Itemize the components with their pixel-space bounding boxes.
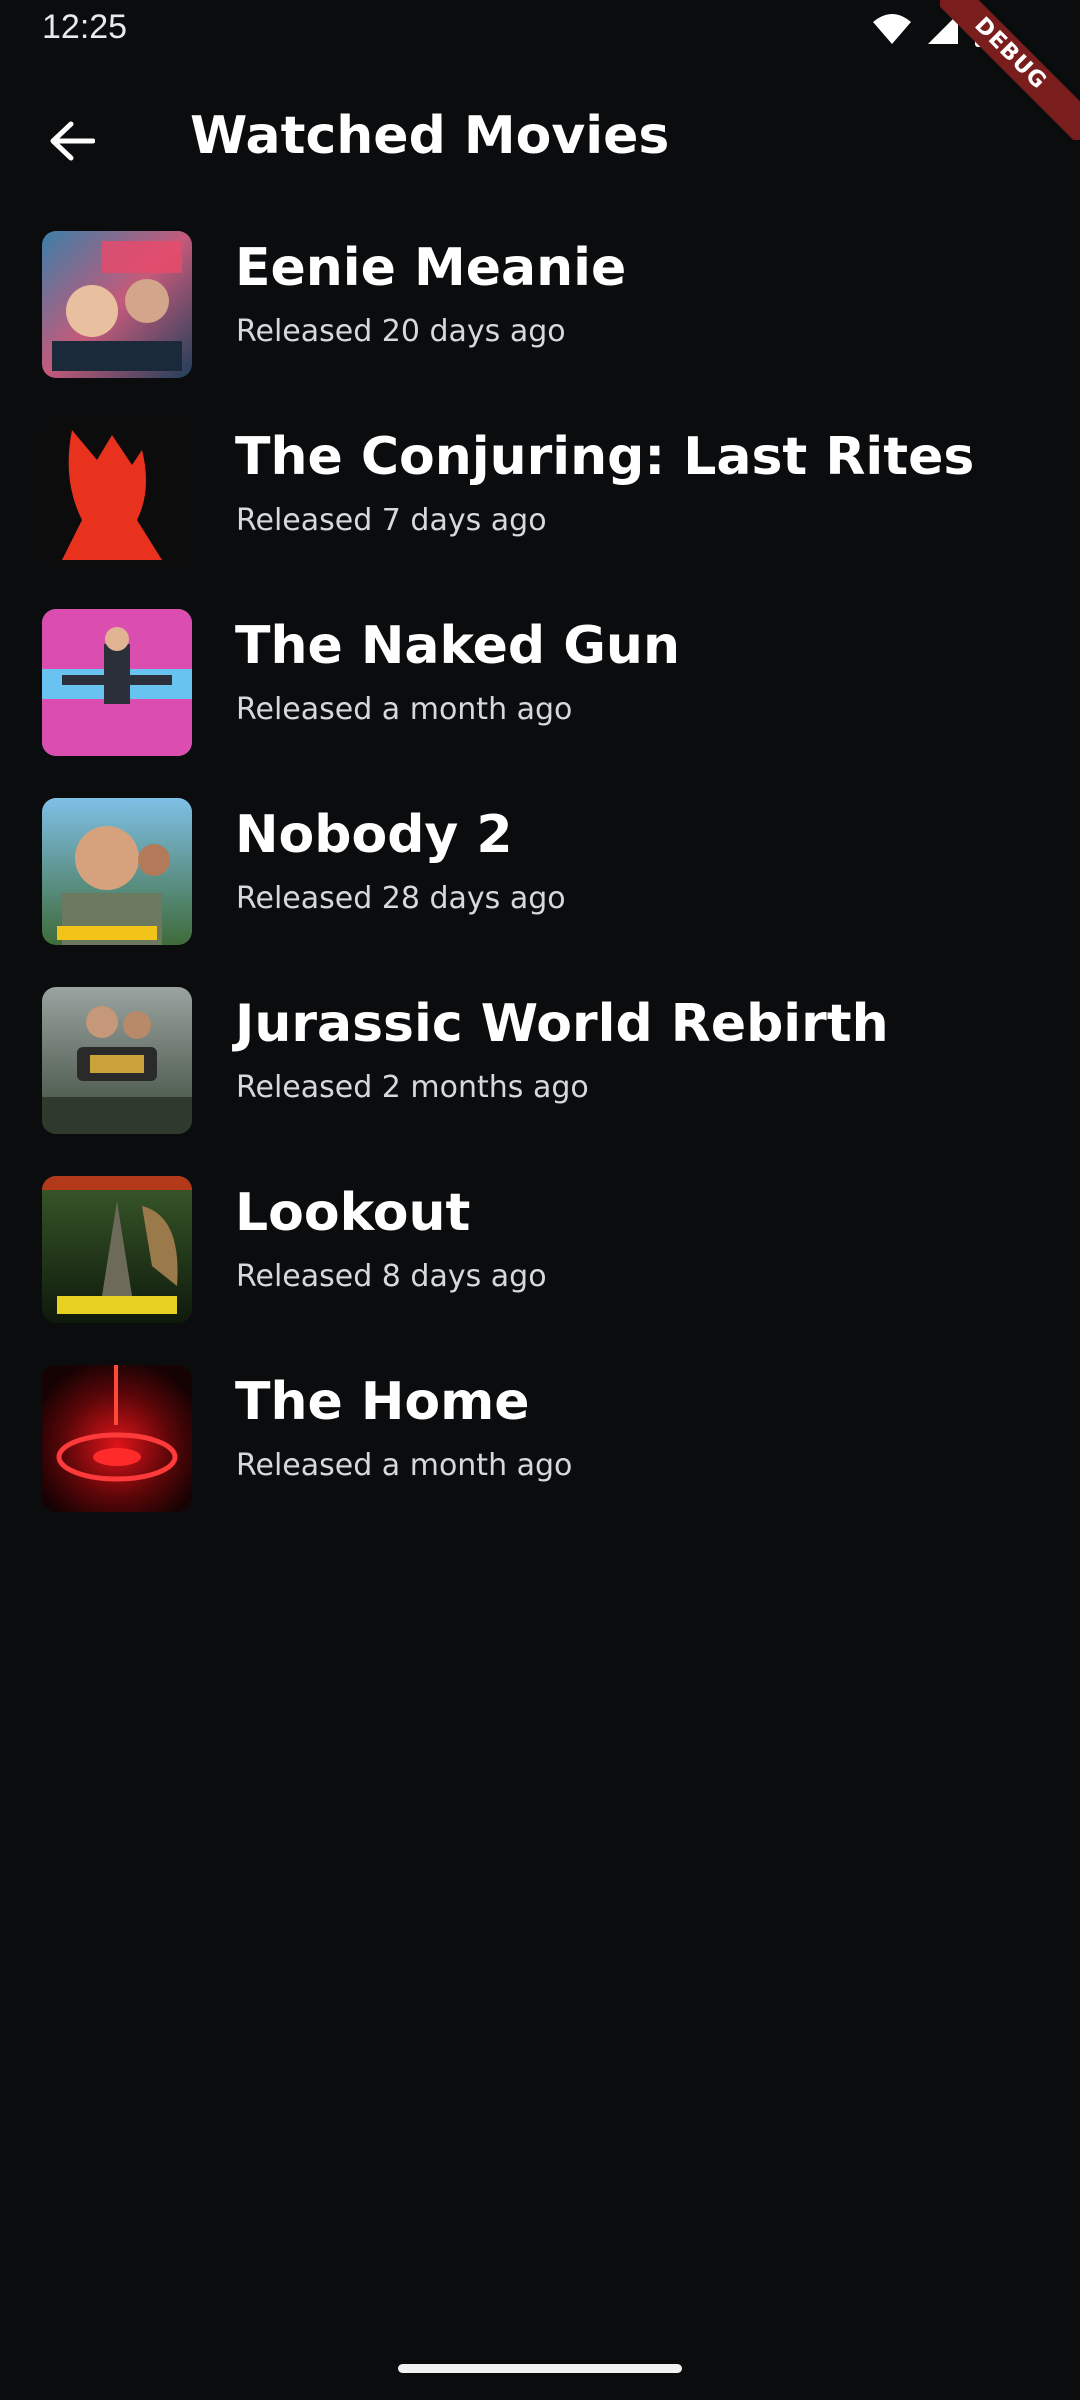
movie-title: Lookout	[235, 1183, 471, 1243]
movie-poster-image	[42, 231, 192, 378]
arrow-left-icon	[50, 121, 95, 161]
movie-title: The Conjuring: Last Rites	[235, 427, 975, 487]
movie-title: The Home	[235, 1372, 530, 1432]
movie-title: Eenie Meanie	[235, 238, 627, 298]
wifi-icon	[873, 14, 911, 44]
movie-release-info: Released 28 days ago	[236, 881, 566, 916]
movie-item-the-conjuring-last-rites[interactable]: The Conjuring: Last Rites Released 7 day…	[0, 417, 1080, 606]
movie-release-info: Released 8 days ago	[236, 1259, 547, 1294]
page-title: Watched Movies	[190, 106, 670, 166]
movie-poster-image	[42, 798, 192, 945]
movie-release-info: Released a month ago	[236, 692, 573, 727]
movie-item-nobody-2[interactable]: Nobody 2 Released 28 days ago	[0, 795, 1080, 984]
movie-list: Eenie Meanie Released 20 days ago The Co…	[0, 228, 1080, 1551]
back-button[interactable]	[36, 105, 108, 177]
movie-item-the-home[interactable]: The Home Released a month ago	[0, 1362, 1080, 1551]
status-time: 12:25	[42, 8, 128, 46]
movie-release-info: Released 20 days ago	[236, 314, 566, 349]
movie-item-lookout[interactable]: Lookout Released 8 days ago	[0, 1173, 1080, 1362]
movie-release-info: Released a month ago	[236, 1448, 573, 1483]
status-icons	[872, 11, 996, 47]
movie-release-info: Released 7 days ago	[236, 503, 547, 538]
movie-poster-image	[42, 1176, 192, 1323]
movie-poster-image	[42, 420, 192, 567]
cellular-signal-icon	[928, 14, 958, 44]
movie-item-eenie-meanie[interactable]: Eenie Meanie Released 20 days ago	[0, 228, 1080, 417]
movie-item-the-naked-gun[interactable]: The Naked Gun Released a month ago	[0, 606, 1080, 795]
movie-title: The Naked Gun	[235, 616, 680, 676]
movie-poster-image	[42, 987, 192, 1134]
movie-release-info: Released 2 months ago	[236, 1070, 589, 1105]
movie-poster-image	[42, 1365, 192, 1512]
movie-title: Jurassic World Rebirth	[235, 994, 889, 1054]
status-bar: 12:25	[0, 0, 1080, 64]
movie-title: Nobody 2	[235, 805, 513, 865]
battery-icon	[975, 11, 995, 47]
home-indicator[interactable]	[398, 2364, 682, 2373]
movie-poster-image	[42, 609, 192, 756]
app-bar: Watched Movies	[0, 72, 1080, 202]
movie-item-jurassic-world-rebirth[interactable]: Jurassic World Rebirth Released 2 months…	[0, 984, 1080, 1173]
